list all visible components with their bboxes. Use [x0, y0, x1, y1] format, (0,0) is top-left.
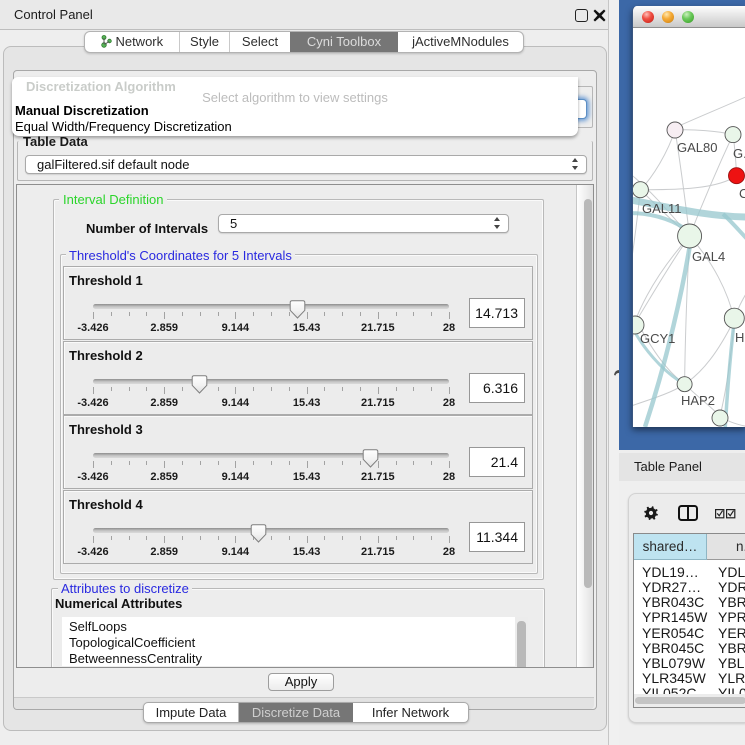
svg-text:C: C [739, 186, 745, 201]
svg-text:H: H [735, 330, 744, 345]
svg-text:HAP2: HAP2 [681, 393, 715, 408]
svg-text:GAL11: GAL11 [642, 201, 682, 216]
svg-text:G.: G. [733, 146, 745, 161]
svg-text:GAL80: GAL80 [677, 140, 717, 155]
svg-text:GAL4: GAL4 [692, 249, 725, 264]
svg-text:GCY1: GCY1 [640, 331, 675, 346]
